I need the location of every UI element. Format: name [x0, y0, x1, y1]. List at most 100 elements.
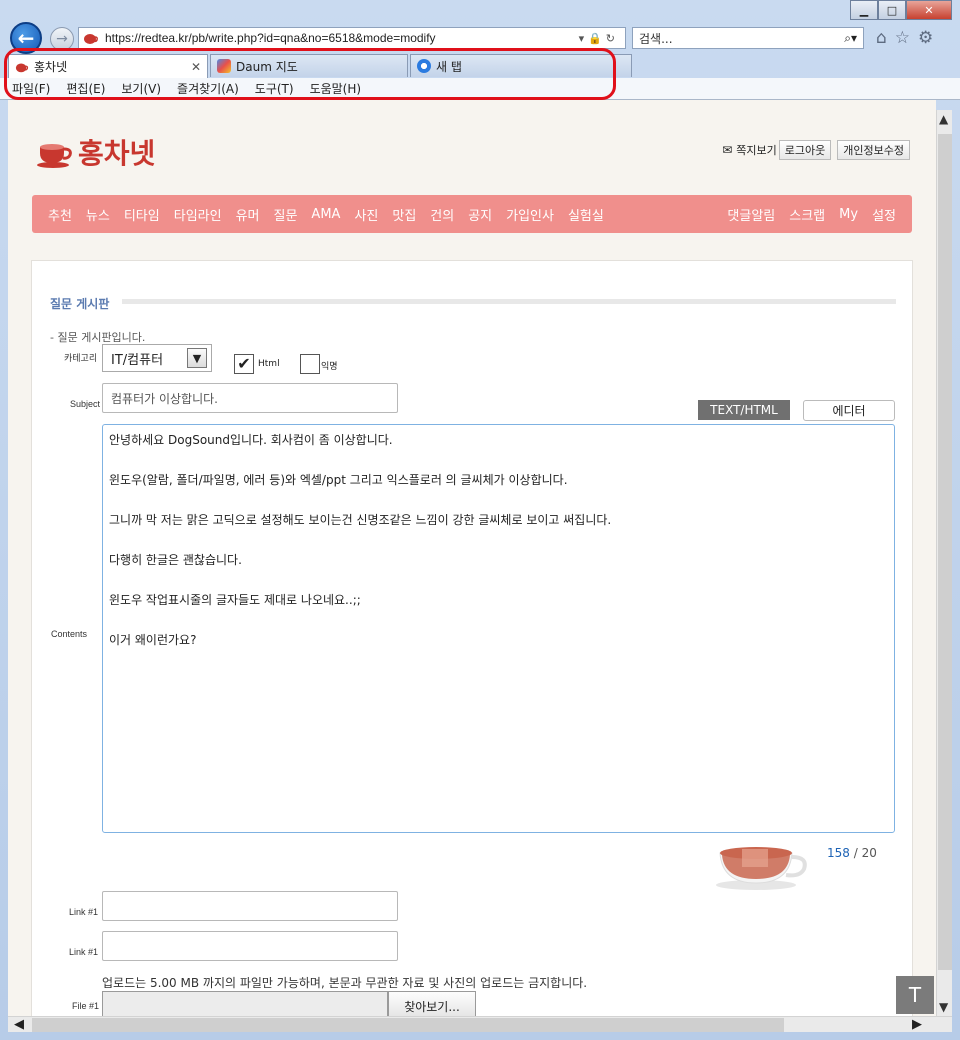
contents-line: 다행히 한글은 괜찮습니다.	[109, 553, 242, 567]
menu-file[interactable]: 파일(F)	[12, 80, 50, 97]
category-select[interactable]: IT/컴퓨터 ▼	[102, 344, 212, 372]
nav-item-settings[interactable]: 설정	[872, 205, 896, 224]
nav-item-recommend[interactable]: 추천	[48, 205, 72, 224]
edit-profile-button[interactable]: 개인정보수정	[837, 140, 910, 160]
nav-item-ama[interactable]: AMA	[311, 207, 340, 222]
category-label: 카테고리	[64, 353, 98, 363]
address-bar[interactable]: https://redtea.kr/pb/write.php?id=qna&no…	[78, 27, 626, 49]
editor-mode-button[interactable]: 에디터	[803, 400, 895, 421]
link1-label: Link #1	[69, 907, 99, 917]
scroll-down-icon[interactable]: ▼	[939, 1000, 948, 1014]
html-checkbox[interactable]: ✔	[234, 354, 254, 374]
nav-item-notice[interactable]: 공지	[468, 205, 492, 224]
board-description: - 질문 게시판입니다.	[50, 331, 146, 344]
gear-icon[interactable]: ⚙	[918, 28, 933, 48]
envelope-icon: ✉	[722, 143, 733, 157]
vertical-scrollbar[interactable]: ▲ ▼	[936, 110, 952, 1016]
nav-item-question[interactable]: 질문	[274, 205, 298, 224]
site-favicon-icon	[15, 63, 29, 72]
nav-item-suggestion[interactable]: 건의	[430, 205, 454, 224]
scroll-to-top-button[interactable]: T	[896, 976, 934, 1014]
tab-daum-map[interactable]: Daum 지도	[210, 54, 408, 77]
menu-favorites[interactable]: 즐겨찾기(A)	[177, 80, 239, 97]
close-window-button[interactable]: ✕	[906, 0, 952, 20]
logo-text: 홍차넷	[78, 137, 156, 170]
tab-label: 새 탭	[436, 59, 462, 74]
anonymous-checkbox-label: 익명	[321, 362, 338, 372]
home-icon[interactable]: ⌂	[876, 28, 887, 48]
text-html-mode-button[interactable]: TEXT/HTML	[698, 400, 790, 420]
counter-limit: / 20	[849, 846, 877, 860]
tab-hongchanet[interactable]: 홍차넷 ✕	[8, 54, 208, 78]
menu-tools[interactable]: 도구(T)	[255, 80, 294, 97]
contents-line: 이거 왜이런가요?	[109, 633, 197, 647]
site-logo[interactable]: 홍차넷	[36, 132, 155, 172]
messages-link[interactable]: 쪽지보기	[736, 142, 776, 158]
ie-icon	[417, 59, 431, 73]
byte-counter: 158 / 20	[827, 846, 877, 860]
address-url[interactable]: https://redtea.kr/pb/write.php?id=qna&no…	[105, 31, 579, 45]
forward-button[interactable]: →	[50, 27, 74, 51]
vertical-scroll-thumb[interactable]	[938, 134, 952, 970]
browse-file-button[interactable]: 찾아보기...	[388, 991, 476, 1016]
nav-item-restaurant[interactable]: 맛집	[392, 205, 416, 224]
address-tools-icon[interactable]: ▾🔒↻	[579, 32, 619, 45]
tab-label: 홍차넷	[34, 60, 68, 74]
nav-item-humor[interactable]: 유머	[236, 205, 260, 224]
nav-item-teatime[interactable]: 티타임	[124, 205, 160, 224]
subject-label: Subject	[70, 399, 101, 409]
page-viewport: 홍차넷 ✉ 쪽지보기 로그아웃 개인정보수정 추천 뉴스 티타임 타임라인 유머…	[8, 100, 936, 1016]
menu-edit[interactable]: 편집(E)	[66, 80, 105, 97]
arrow-left-icon: ←	[17, 26, 35, 50]
scroll-up-icon[interactable]: ▲	[939, 112, 948, 126]
nav-item-comment-alerts[interactable]: 댓글알림	[727, 205, 775, 224]
file-label: File #1	[72, 1001, 100, 1011]
anonymous-checkbox[interactable]	[300, 354, 320, 374]
nav-item-timeline[interactable]: 타임라인	[174, 205, 222, 224]
back-button[interactable]: ←	[10, 22, 42, 54]
browser-tool-icons: ⌂ ☆ ⚙	[876, 28, 933, 48]
horizontal-scrollbar[interactable]: ◀ ▶	[8, 1016, 952, 1032]
site-nav-right: 댓글알림 스크랩 My 설정	[727, 205, 902, 224]
counter-current: 158	[827, 846, 850, 860]
chevron-down-icon[interactable]: ▼	[187, 348, 207, 368]
maximize-button[interactable]: □	[878, 0, 906, 20]
scroll-left-icon[interactable]: ◀	[14, 1017, 24, 1032]
navigation-bar: ← → https://redtea.kr/pb/write.php?id=qn…	[0, 22, 960, 54]
nav-item-scrap[interactable]: 스크랩	[789, 205, 825, 224]
contents-line: 그니까 막 저는 맑은 고딕으로 설정해도 보이는건 신명조같은 느낌이 강한 …	[109, 513, 612, 527]
link2-input[interactable]	[102, 931, 398, 961]
search-placeholder: 검색...	[639, 31, 673, 46]
horizontal-scroll-thumb[interactable]	[32, 1018, 784, 1032]
tab-new-tab[interactable]: 새 탭	[410, 54, 632, 77]
tab-strip: 홍차넷 ✕ Daum 지도 새 탭	[0, 54, 960, 78]
nav-item-photo[interactable]: 사진	[354, 205, 378, 224]
site-favicon-icon	[84, 34, 98, 44]
title-divider	[122, 299, 896, 304]
nav-item-news[interactable]: 뉴스	[86, 205, 110, 224]
daum-map-icon	[217, 59, 231, 73]
search-icon[interactable]: ⌕▾	[844, 31, 857, 46]
contents-textarea[interactable]: 안녕하세요 DogSound입니다. 회사컴이 좀 이상합니다. 윈도우(알람,…	[102, 424, 895, 833]
link1-input[interactable]	[102, 891, 398, 921]
favorites-star-icon[interactable]: ☆	[895, 28, 910, 48]
menu-view[interactable]: 보기(V)	[121, 80, 161, 97]
upload-notice: 업로드는 5.00 MB 까지의 파일만 가능하며, 본문과 무관한 자료 및 …	[102, 976, 588, 990]
subject-input[interactable]: 컴퓨터가 이상합니다.	[102, 383, 398, 413]
search-box[interactable]: 검색... ⌕▾	[632, 27, 864, 49]
nav-item-greeting[interactable]: 가입인사	[506, 205, 554, 224]
logout-button[interactable]: 로그아웃	[778, 140, 832, 160]
nav-item-lab[interactable]: 실험실	[568, 205, 604, 224]
category-value: IT/컴퓨터	[111, 352, 164, 368]
minimize-button[interactable]: ▁	[850, 0, 878, 20]
menu-help[interactable]: 도움말(H)	[310, 80, 362, 97]
nav-item-my[interactable]: My	[839, 207, 858, 222]
scroll-right-icon[interactable]: ▶	[912, 1017, 922, 1032]
teacup-illustration-icon	[716, 847, 807, 890]
menu-bar: 파일(F) 편집(E) 보기(V) 즐겨찾기(A) 도구(T) 도움말(H)	[0, 78, 960, 100]
link2-label: Link #1	[69, 947, 99, 957]
write-form-panel: 질문 게시판 - 질문 게시판입니다. 카테고리 IT/컴퓨터 ▼ ✔ Html…	[31, 260, 913, 1016]
file-path-input[interactable]	[102, 991, 388, 1016]
close-tab-icon[interactable]: ✕	[191, 60, 201, 74]
user-links: ✉ 쪽지보기 로그아웃 개인정보수정	[722, 140, 910, 160]
